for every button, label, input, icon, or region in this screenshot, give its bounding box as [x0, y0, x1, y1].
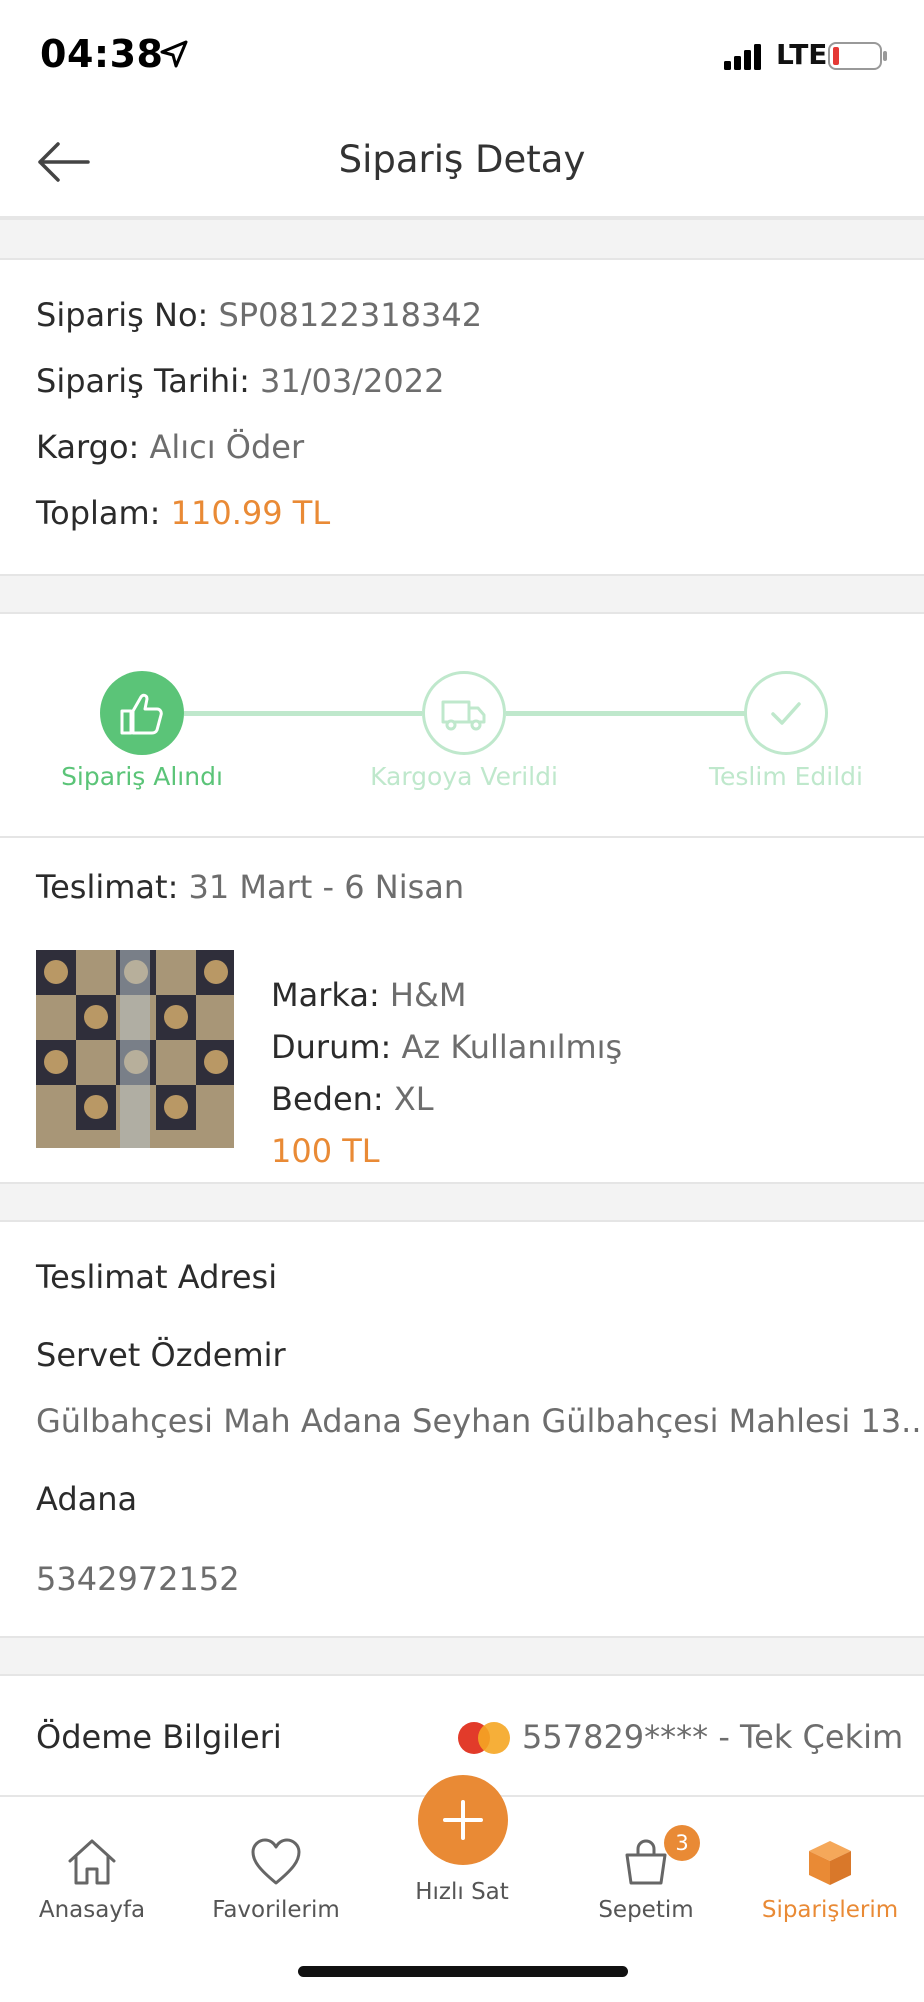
step-shipped-circle	[422, 671, 506, 755]
order-summary-card: Sipariş No: SP08122318342 Sipariş Tarihi…	[0, 258, 924, 576]
status-bar: 04:38 LTE	[0, 0, 924, 110]
signal-icon	[724, 44, 761, 70]
size-row: Beden: XL	[271, 1080, 434, 1118]
tab-home[interactable]: Anasayfa	[2, 1837, 182, 1923]
check-icon	[771, 702, 801, 725]
condition-label: Durum:	[271, 1028, 392, 1066]
order-status-card: Sipariş Alındı Kargoya Verildi Teslim Ed…	[0, 612, 924, 1184]
page-title: Sipariş Detay	[338, 138, 586, 181]
order-date-label: Sipariş Tarihi:	[36, 362, 250, 400]
location-arrow-icon	[160, 40, 188, 68]
tab-favorites[interactable]: Favorilerim	[186, 1837, 366, 1923]
mastercard-icon	[458, 1722, 510, 1754]
delivery-value: 31 Mart - 6 Nisan	[188, 868, 465, 906]
payment-card-info: 557829**** - Tek Çekim	[522, 1718, 904, 1756]
address-city: Adana	[36, 1480, 138, 1518]
total-value: 110.99 TL	[170, 494, 331, 532]
phone-number: 5342972152	[36, 1560, 240, 1598]
tab-orders[interactable]: Siparişlerim	[740, 1837, 920, 1923]
nav-bar: Sipariş Detay	[0, 110, 924, 220]
payment-heading: Ödeme Bilgileri	[36, 1718, 282, 1756]
product-image[interactable]	[36, 950, 234, 1148]
step-ordered-circle	[100, 671, 184, 755]
battery-icon	[828, 42, 887, 70]
recipient-name: Servet Özdemir	[36, 1336, 286, 1374]
quick-sell-button[interactable]	[418, 1775, 508, 1865]
address-line: Gülbahçesi Mah Adana Seyhan Gülbahçesi M…	[36, 1402, 924, 1440]
condition-value: Az Kullanılmış	[401, 1028, 623, 1066]
step-delivered-label: Teslim Edildi	[709, 762, 863, 791]
thumbs-up-icon	[120, 693, 163, 735]
step-delivered-circle	[744, 671, 828, 755]
tab-favorites-label: Favorilerim	[212, 1897, 340, 1923]
condition-row: Durum: Az Kullanılmış	[271, 1028, 622, 1066]
order-number-label: Sipariş No:	[36, 296, 209, 334]
order-date-value: 31/03/2022	[260, 362, 445, 400]
plus-icon	[443, 1800, 483, 1840]
cart-badge: 3	[664, 1825, 700, 1861]
order-date-row: Sipariş Tarihi: 31/03/2022	[36, 362, 444, 400]
tracker-line-1	[184, 711, 422, 716]
step-shipped-label: Kargoya Verildi	[370, 762, 558, 791]
delivery-row: Teslimat: 31 Mart - 6 Nisan	[36, 868, 464, 906]
address-heading: Teslimat Adresi	[36, 1258, 278, 1296]
box-icon	[809, 1841, 851, 1885]
cargo-label: Kargo:	[36, 428, 140, 466]
tab-cart-label: Sepetim	[598, 1897, 694, 1923]
address-card: Teslimat Adresi Servet Özdemir Gülbahçes…	[0, 1220, 924, 1638]
home-indicator	[298, 1966, 628, 1977]
tab-orders-label: Siparişlerim	[761, 1897, 899, 1923]
size-label: Beden:	[271, 1080, 384, 1118]
tab-cart[interactable]: 3 Sepetim	[556, 1825, 736, 1923]
brand-value: H&M	[389, 976, 467, 1014]
tab-home-label: Anasayfa	[38, 1897, 146, 1923]
order-number-value: SP08122318342	[218, 296, 483, 334]
total-row: Toplam: 110.99 TL	[36, 494, 330, 532]
size-value: XL	[393, 1080, 434, 1118]
cargo-value: Alıcı Öder	[149, 428, 305, 466]
truck-icon	[441, 700, 486, 731]
heart-icon	[251, 1838, 301, 1885]
brand-row: Marka: H&M	[271, 976, 467, 1014]
brand-label: Marka:	[271, 976, 380, 1014]
order-number-row: Sipariş No: SP08122318342	[36, 296, 482, 334]
product-price: 100 TL	[271, 1132, 380, 1170]
cargo-row: Kargo: Alıcı Öder	[36, 428, 304, 466]
tracker-line-2	[506, 711, 746, 716]
tab-quick-sell-label: Hızlı Sat	[415, 1879, 509, 1905]
step-ordered-label: Sipariş Alındı	[61, 762, 223, 791]
network-type: LTE	[776, 38, 828, 71]
order-tracker: Sipariş Alındı Kargoya Verildi Teslim Ed…	[0, 614, 924, 838]
delivery-label: Teslimat:	[36, 868, 179, 906]
tab-quick-sell[interactable]: Hızlı Sat	[372, 1879, 552, 1905]
total-label: Toplam:	[36, 494, 161, 532]
status-time: 04:38	[40, 32, 164, 76]
home-icon	[68, 1839, 116, 1885]
